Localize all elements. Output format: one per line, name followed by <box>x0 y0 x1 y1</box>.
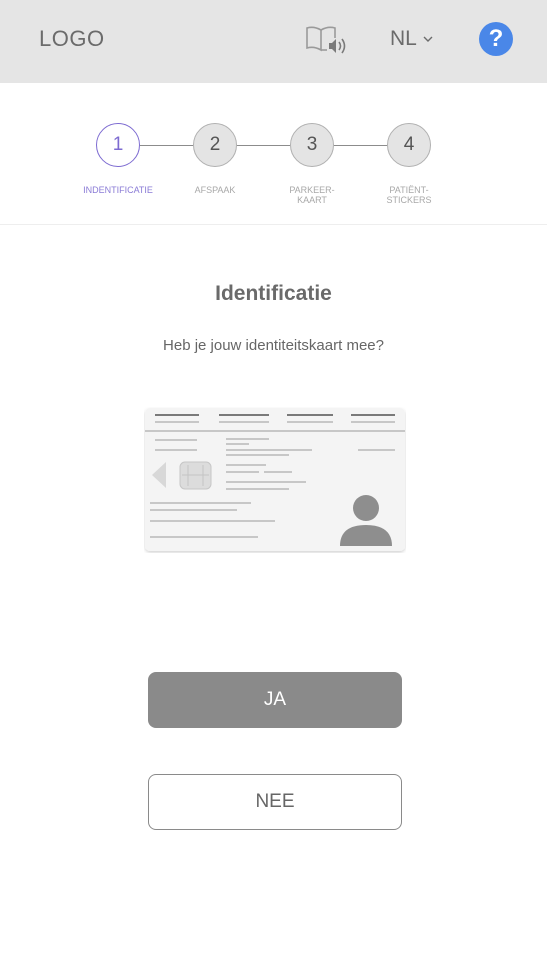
step-4-label: PATIËNT- STICKERS <box>386 185 432 205</box>
read-aloud-button[interactable] <box>304 24 350 58</box>
step-2-label: AFSPAAK <box>194 185 236 195</box>
step-1: 1 <box>96 123 140 167</box>
step-connector <box>334 145 387 146</box>
book-speaker-icon <box>306 26 346 54</box>
question-text: Heb je jouw identiteitskaart mee? <box>163 337 384 354</box>
language-code: NL <box>390 27 417 50</box>
id-card-icon <box>145 408 405 551</box>
step-connector <box>237 145 290 146</box>
header-bar: LOGO NL ? <box>0 0 547 83</box>
step-3: 3 <box>290 123 334 167</box>
page-title: Identificatie <box>215 282 332 305</box>
progress-stepper: 1 2 3 4 INDENTIFICATIE AFSPAAK PARKEER- … <box>0 83 547 225</box>
step-connector <box>140 145 193 146</box>
language-selector[interactable]: NL <box>390 27 433 51</box>
chevron-down-icon <box>423 36 433 42</box>
yes-button[interactable]: JA <box>148 672 402 728</box>
no-button[interactable]: NEE <box>148 774 402 830</box>
step-1-label: INDENTIFICATIE <box>83 185 153 195</box>
help-button[interactable]: ? <box>479 22 513 56</box>
step-2: 2 <box>193 123 237 167</box>
step-3-label: PARKEER- KAART <box>289 185 335 205</box>
step-4: 4 <box>387 123 431 167</box>
logo: LOGO <box>39 26 105 51</box>
page: LOGO NL ? 1 2 3 4 INDENTIFICATIE AFSPAAK… <box>0 0 547 964</box>
